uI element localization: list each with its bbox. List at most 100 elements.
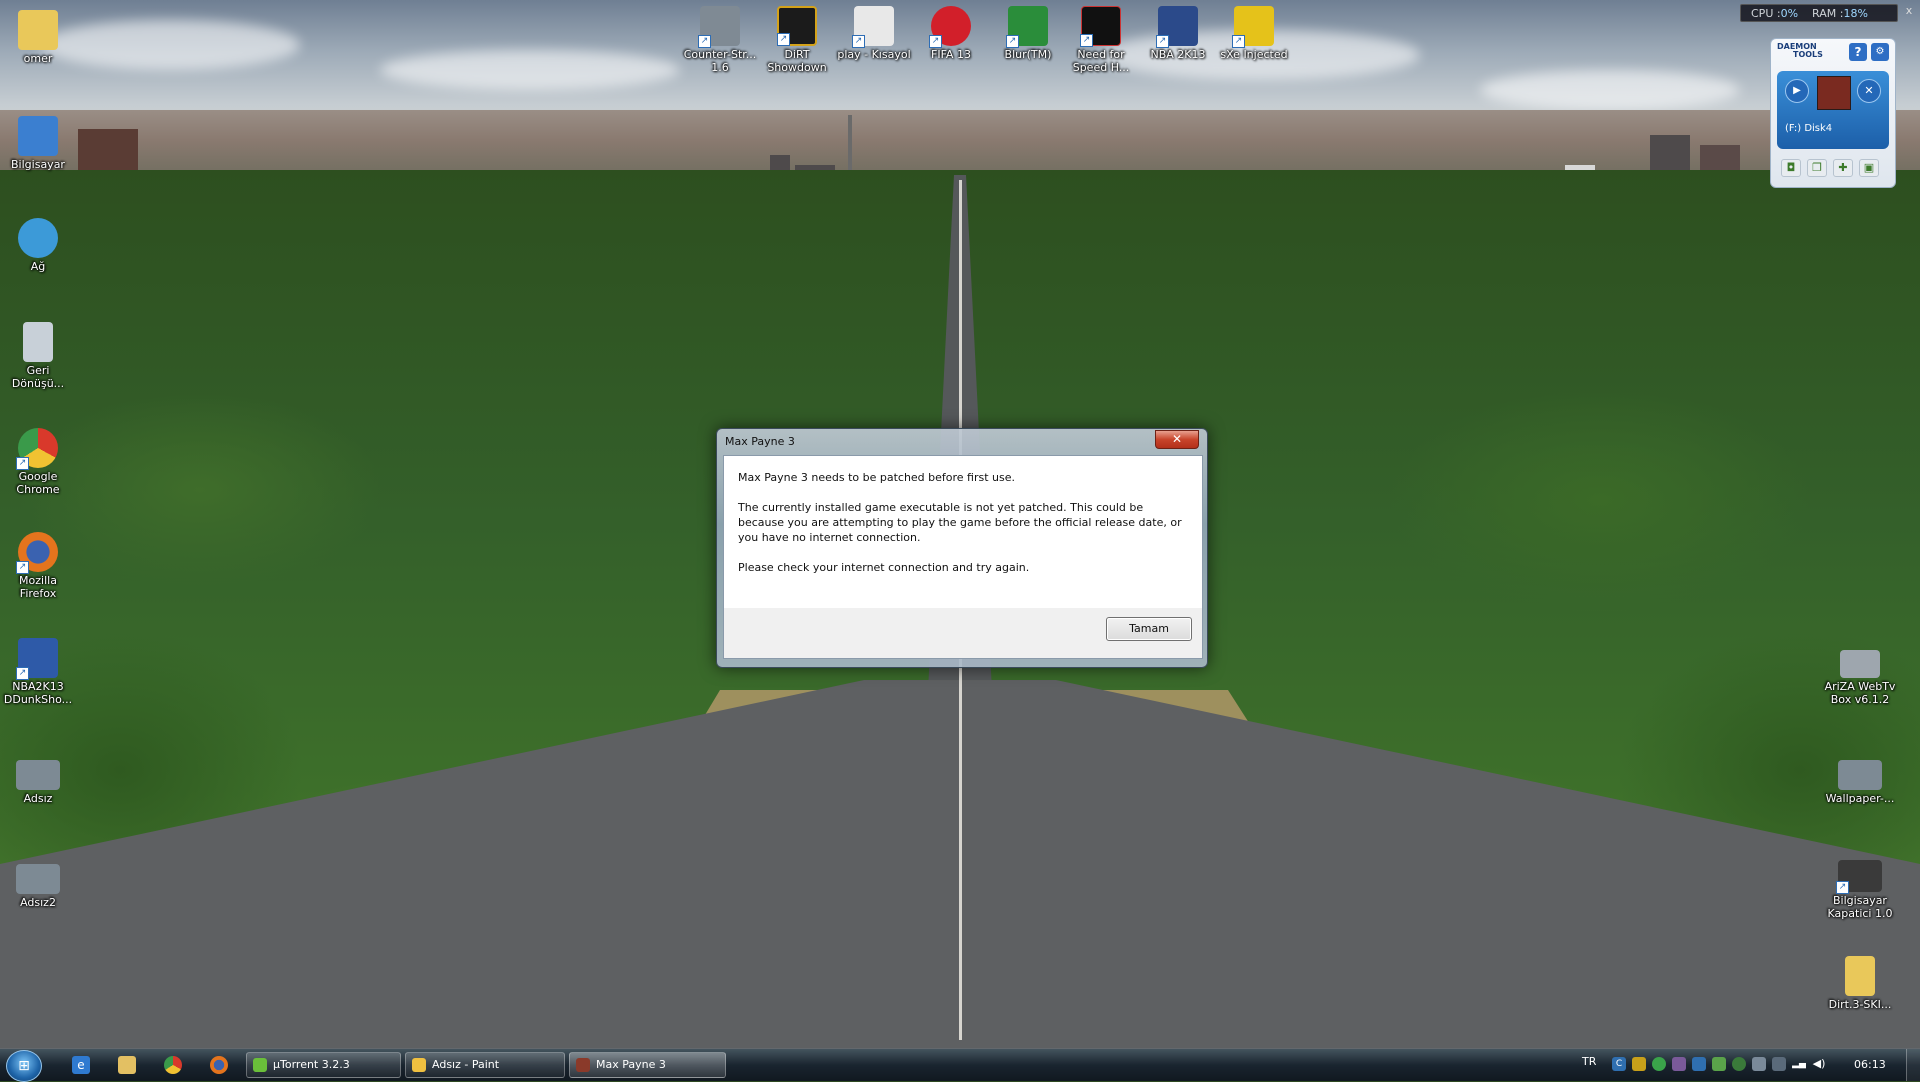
- system-monitor-close-button[interactable]: x: [1902, 4, 1916, 18]
- tray-app-icon[interactable]: [1712, 1057, 1726, 1071]
- taskbar-button-label: Max Payne 3: [596, 1058, 666, 1071]
- sxe-injected-icon: ↗: [1232, 6, 1274, 48]
- lock-icon[interactable]: ◘: [1781, 159, 1801, 177]
- desktop-icon-nba2k13[interactable]: ↗ NBA 2K13: [1140, 6, 1216, 61]
- tray-app-icon[interactable]: [1692, 1057, 1706, 1071]
- explorer-folder-icon[interactable]: [118, 1056, 136, 1074]
- chrome-quicklaunch-icon[interactable]: [164, 1056, 182, 1074]
- add-icon[interactable]: ✚: [1833, 159, 1853, 177]
- taskbar-button-label: µTorrent 3.2.3: [273, 1058, 350, 1071]
- folder-icon: [1845, 956, 1875, 996]
- shortcut-arrow-icon: ↗: [1006, 35, 1019, 48]
- user-folder-icon: [18, 10, 58, 50]
- firefox-quicklaunch-icon[interactable]: [210, 1056, 228, 1074]
- internet-explorer-icon[interactable]: e: [72, 1056, 90, 1074]
- image-file-icon: [16, 864, 60, 894]
- desktop-icon-mozilla-firefox[interactable]: ↗ Mozilla Firefox: [0, 532, 76, 600]
- desktop-icon-label: Google Chrome: [16, 470, 60, 496]
- counter-strike-icon: ↗: [698, 6, 740, 48]
- desktop-icon-label: play - Kısayol: [837, 48, 911, 61]
- desktop-icon-ag[interactable]: Ağ: [0, 218, 76, 273]
- taskbar-button-max-payne[interactable]: Max Payne 3: [569, 1052, 726, 1078]
- desktop-icon-sxe-injected[interactable]: ↗ sXe Injected: [1216, 6, 1292, 61]
- desktop-icon-label: DiRT Showdown: [767, 48, 827, 74]
- dialog-footer: Tamam: [723, 608, 1203, 659]
- language-indicator[interactable]: TR: [1582, 1055, 1596, 1068]
- copy-icon[interactable]: ❐: [1807, 159, 1827, 177]
- taskbar-button-paint[interactable]: Adsız - Paint: [405, 1052, 565, 1078]
- mount-icon[interactable]: ▶: [1785, 79, 1809, 103]
- desktop-icon-nba2k13-ddunk[interactable]: ↗ NBA2K13 DDunkSho...: [0, 638, 76, 706]
- desktop-icon-adsiz[interactable]: Adsız: [0, 760, 76, 805]
- desktop-icon-label: Counter-Str... 1.6: [683, 48, 757, 74]
- blur-icon: ↗: [1006, 6, 1048, 48]
- utorrent-tray-icon[interactable]: [1652, 1057, 1666, 1071]
- settings-icon[interactable]: ⚙: [1871, 43, 1889, 61]
- info-icon[interactable]: [1732, 1057, 1746, 1071]
- desktop-icon-label: Adsız2: [20, 896, 56, 909]
- wrench-icon[interactable]: ✕: [1857, 79, 1881, 103]
- tray-app-icon[interactable]: [1632, 1057, 1646, 1071]
- virtual-drive[interactable]: ▶ ✕ (F:) Disk4: [1777, 71, 1889, 149]
- desktop-icon-label: AriZA WebTv Box v6.1.2: [1824, 680, 1896, 706]
- desktop-icon-play[interactable]: ↗ play - Kısayol: [836, 6, 912, 61]
- fifa13-icon: ↗: [929, 6, 971, 48]
- desktop-icon-label: NBA 2K13: [1150, 48, 1206, 61]
- shortcut-arrow-icon: ↗: [1232, 35, 1245, 48]
- clock[interactable]: 06:13: [1854, 1058, 1886, 1071]
- volume-icon[interactable]: ◀): [1812, 1057, 1826, 1071]
- show-desktop-button[interactable]: [1906, 1049, 1920, 1081]
- desktop-icon-recycle-bin[interactable]: Geri Dönüşü...: [0, 322, 76, 390]
- laptop-icon: [1840, 650, 1880, 678]
- ok-button[interactable]: Tamam: [1106, 617, 1192, 641]
- desktop-icon-label: FIFA 13: [931, 48, 971, 61]
- dialog-message: Max Payne 3 needs to be patched before f…: [738, 470, 1188, 590]
- desktop-icon-omer[interactable]: omer: [0, 10, 76, 65]
- daemon-tools-logo: DAEMON TOOLS: [1777, 43, 1823, 59]
- utorrent-icon: [253, 1058, 267, 1072]
- desktop-icon-ariza-webtv[interactable]: AriZA WebTv Box v6.1.2: [1822, 650, 1898, 706]
- desktop-icon-wallpaper[interactable]: Wallpaper-...: [1822, 760, 1898, 805]
- taskbar-button-utorrent[interactable]: µTorrent 3.2.3: [246, 1052, 401, 1078]
- desktop-icon-dirt3[interactable]: Dirt.3-SKI...: [1822, 956, 1898, 1011]
- shortcut-arrow-icon: ↗: [1836, 881, 1849, 894]
- recycle-bin-icon: [23, 322, 53, 362]
- nba2k13-player-icon: ↗: [16, 638, 58, 680]
- dialog-close-button[interactable]: ✕: [1155, 430, 1199, 449]
- start-button[interactable]: ⊞: [6, 1050, 42, 1082]
- daemon-tools-gadget: DAEMON TOOLS ? ⚙ ▶ ✕ (F:) Disk4 ◘ ❐ ✚ ▣: [1770, 38, 1896, 188]
- diablo3-icon: ↗: [852, 6, 894, 48]
- network-tray-icon[interactable]: [1772, 1057, 1786, 1071]
- desktop-icon-label: Bilgisayar: [11, 158, 65, 171]
- ram-value: 18%: [1843, 6, 1868, 20]
- desktop-icon-bilgisayar-kapatici[interactable]: ↗ Bilgisayar Kapatici 1.0: [1822, 860, 1898, 920]
- tray-app-icon[interactable]: [1672, 1057, 1686, 1071]
- computer-icon: [18, 116, 58, 156]
- cpu-value: 0%: [1780, 6, 1799, 20]
- system-tray: C ▂▄ ◀): [1612, 1057, 1826, 1071]
- desktop-icon-google-chrome[interactable]: ↗ Google Chrome: [0, 428, 76, 496]
- desktop-icon-fifa13[interactable]: ↗ FIFA 13: [913, 6, 989, 61]
- desktop-icon-blur[interactable]: ↗ Blur(TM): [990, 6, 1066, 61]
- signal-icon[interactable]: ▂▄: [1792, 1057, 1806, 1071]
- dialog-message-line: Max Payne 3 needs to be patched before f…: [738, 471, 1016, 484]
- desktop-icon-bilgisayar[interactable]: Bilgisayar: [0, 116, 76, 171]
- desktop-icon-need-for-speed[interactable]: ↗ Need for Speed H...: [1063, 6, 1139, 74]
- flag-icon[interactable]: [1752, 1057, 1766, 1071]
- shortcut-arrow-icon: ↗: [1156, 35, 1169, 48]
- tray-app-icon[interactable]: C: [1612, 1057, 1626, 1071]
- desktop-icon-counter-strike[interactable]: ↗ Counter-Str... 1.6: [682, 6, 758, 74]
- power-icon: ↗: [1836, 860, 1882, 894]
- firefox-icon: ↗: [16, 532, 58, 574]
- desktop-icon-label: Dirt.3-SKI...: [1828, 998, 1892, 1011]
- desktop-icon-label: Mozilla Firefox: [19, 574, 57, 600]
- desktop-icon-label: Adsız: [23, 792, 53, 805]
- desktop-icon-label: Bilgisayar Kapatici 1.0: [1827, 894, 1893, 920]
- cpu-label: CPU :: [1751, 6, 1781, 20]
- drive-icon[interactable]: ▣: [1859, 159, 1879, 177]
- help-button[interactable]: ?: [1849, 43, 1867, 61]
- desktop-icon-dirt-showdown[interactable]: ↗ DiRT Showdown: [759, 6, 835, 74]
- shortcut-arrow-icon: ↗: [1080, 34, 1093, 47]
- desktop-icon-adsiz2[interactable]: Adsız2: [0, 864, 76, 909]
- system-monitor: CPU :0% RAM :18%: [1740, 4, 1898, 22]
